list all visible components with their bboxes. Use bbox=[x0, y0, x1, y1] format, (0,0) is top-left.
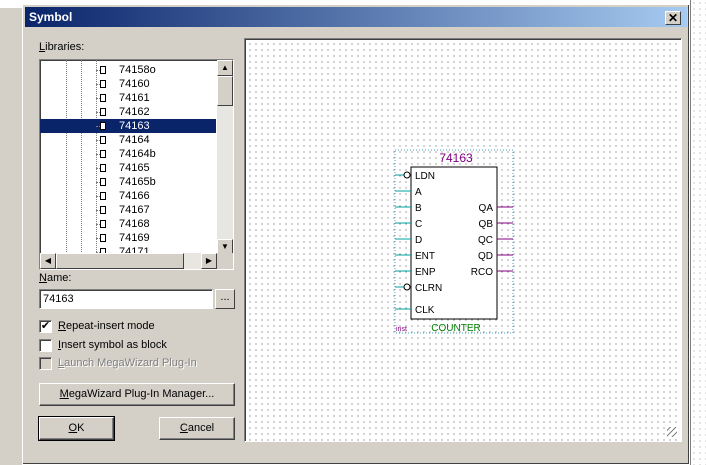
close-button[interactable]: ✕ bbox=[665, 11, 681, 25]
library-item-label: 74165b bbox=[119, 176, 156, 188]
library-item[interactable]: 74165b bbox=[40, 175, 216, 189]
library-item-label: 74160 bbox=[119, 78, 150, 90]
scroll-up-button[interactable]: ▲ bbox=[217, 60, 233, 76]
symbol-file-icon bbox=[96, 66, 106, 74]
symbol-file-icon bbox=[96, 234, 106, 242]
launch-megawizard-checkbox bbox=[39, 357, 52, 370]
input-pin-label: A bbox=[415, 187, 422, 198]
background-schematic bbox=[690, 0, 706, 465]
symbol-file-icon bbox=[96, 94, 106, 102]
insert-as-block-label[interactable]: Insert symbol as block bbox=[58, 339, 167, 351]
library-item-label: 74162 bbox=[119, 106, 150, 118]
resize-grip-icon[interactable] bbox=[667, 427, 677, 437]
library-item-label: 74166 bbox=[119, 190, 150, 202]
symbol-file-icon bbox=[96, 206, 106, 214]
library-item[interactable]: 74158o bbox=[40, 63, 216, 77]
cancel-button[interactable]: Cancel bbox=[159, 417, 235, 440]
browse-button[interactable]: ... bbox=[215, 289, 235, 309]
input-pin-label: CLRN bbox=[415, 283, 442, 294]
output-pin-label: QB bbox=[479, 219, 494, 230]
symbol-file-icon bbox=[96, 192, 106, 200]
ok-button[interactable]: OK bbox=[38, 416, 115, 441]
input-pin-label: B bbox=[415, 203, 422, 214]
library-item[interactable]: 74166 bbox=[40, 189, 216, 203]
megawizard-button[interactable]: MegaWizard Plug-In Manager... bbox=[39, 383, 235, 406]
symbol-file-icon bbox=[96, 108, 106, 116]
check-icon: ✔ bbox=[40, 320, 51, 332]
input-pin-label: D bbox=[415, 235, 422, 246]
libraries-label: Libraries: bbox=[39, 41, 85, 53]
symbol-file-icon bbox=[96, 150, 106, 158]
arrow-left-icon: ◀ bbox=[44, 256, 52, 265]
arrow-right-icon: ▶ bbox=[205, 256, 213, 265]
library-item[interactable]: 74165 bbox=[40, 161, 216, 175]
library-item-label: 74164 bbox=[119, 134, 150, 146]
library-item[interactable]: 74161 bbox=[40, 91, 216, 105]
output-pin-label: RCO bbox=[471, 267, 493, 278]
symbol-file-icon bbox=[96, 164, 106, 172]
title-bar: Symbol ✕ bbox=[25, 7, 687, 27]
symbol-type: COUNTER bbox=[431, 323, 480, 334]
library-item[interactable]: 74163 bbox=[40, 119, 216, 133]
symbol-file-icon bbox=[96, 178, 106, 186]
symbol-file-icon bbox=[96, 80, 106, 88]
library-item-label: 74169 bbox=[119, 232, 150, 244]
close-icon: ✕ bbox=[667, 11, 679, 25]
library-item[interactable]: 74167 bbox=[40, 203, 216, 217]
input-pin-label: LDN bbox=[415, 171, 435, 182]
input-pin-label: ENT bbox=[415, 251, 435, 262]
library-item-label: 74168 bbox=[119, 218, 150, 230]
vertical-scrollbar[interactable]: ▲ ▼ bbox=[217, 60, 233, 255]
scroll-thumb[interactable] bbox=[217, 76, 233, 106]
repeat-insert-label[interactable]: Repeat-insert mode bbox=[58, 320, 155, 332]
library-item[interactable]: 74164b bbox=[40, 147, 216, 161]
library-item[interactable]: 74160 bbox=[40, 77, 216, 91]
library-item-label: 74163 bbox=[119, 120, 150, 132]
arrow-up-icon: ▲ bbox=[221, 63, 229, 72]
library-item-label: 74164b bbox=[119, 148, 156, 160]
symbol-preview-canvas: 74163 inst COUNTER LDN A B C D ENT ENP CLRN CLK QA QB… bbox=[244, 38, 682, 442]
libraries-tree[interactable]: 74158o 74160 74161 74162 74163 74164 74164b 741… bbox=[39, 59, 234, 270]
insert-as-block-checkbox[interactable] bbox=[39, 339, 52, 352]
instance-label: inst bbox=[396, 326, 407, 333]
symbol-file-icon bbox=[96, 220, 106, 228]
output-pin-label: QC bbox=[478, 235, 493, 246]
symbol-preview: 74163 inst COUNTER LDN ABCD ENT ENP CLRN CLK QA QB… bbox=[394, 149, 514, 334]
library-item[interactable]: 74164 bbox=[40, 133, 216, 147]
scroll-right-button[interactable]: ▶ bbox=[201, 253, 217, 269]
library-item-label: 74165 bbox=[119, 162, 150, 174]
input-pin-label: CLK bbox=[415, 305, 435, 316]
library-item-label: 74158o bbox=[119, 64, 156, 76]
library-item[interactable]: 74168 bbox=[40, 217, 216, 231]
output-pin-label: QA bbox=[479, 203, 494, 214]
name-input[interactable]: 74163 bbox=[39, 289, 213, 309]
scroll-corner bbox=[217, 253, 233, 269]
inversion-bubble bbox=[403, 171, 411, 179]
library-item-label: 74161 bbox=[119, 92, 150, 104]
symbol-file-icon bbox=[96, 122, 106, 130]
symbol-name: 74163 bbox=[439, 151, 473, 165]
library-item[interactable]: 74162 bbox=[40, 105, 216, 119]
symbol-dialog: Symbol ✕ Libraries: 74158o 74160 74161 7416… bbox=[22, 4, 690, 465]
input-pin-label: C bbox=[415, 219, 422, 230]
output-pin-label: QD bbox=[478, 251, 493, 262]
hscroll-thumb[interactable] bbox=[56, 253, 184, 269]
inversion-bubble bbox=[403, 283, 411, 291]
symbol-file-icon bbox=[96, 136, 106, 144]
library-item[interactable]: 74169 bbox=[40, 231, 216, 245]
arrow-down-icon: ▼ bbox=[221, 242, 229, 251]
dialog-title: Symbol bbox=[29, 10, 73, 24]
name-label: Name: bbox=[39, 272, 72, 284]
input-pin-label: ENP bbox=[415, 267, 436, 278]
library-item-label: 74167 bbox=[119, 204, 150, 216]
scroll-left-button[interactable]: ◀ bbox=[40, 253, 56, 269]
launch-megawizard-label: Launch MegaWizard Plug-In bbox=[58, 357, 197, 369]
repeat-insert-checkbox[interactable]: ✔ bbox=[39, 320, 52, 333]
horizontal-scrollbar[interactable]: ◀ ▶ bbox=[40, 253, 217, 269]
